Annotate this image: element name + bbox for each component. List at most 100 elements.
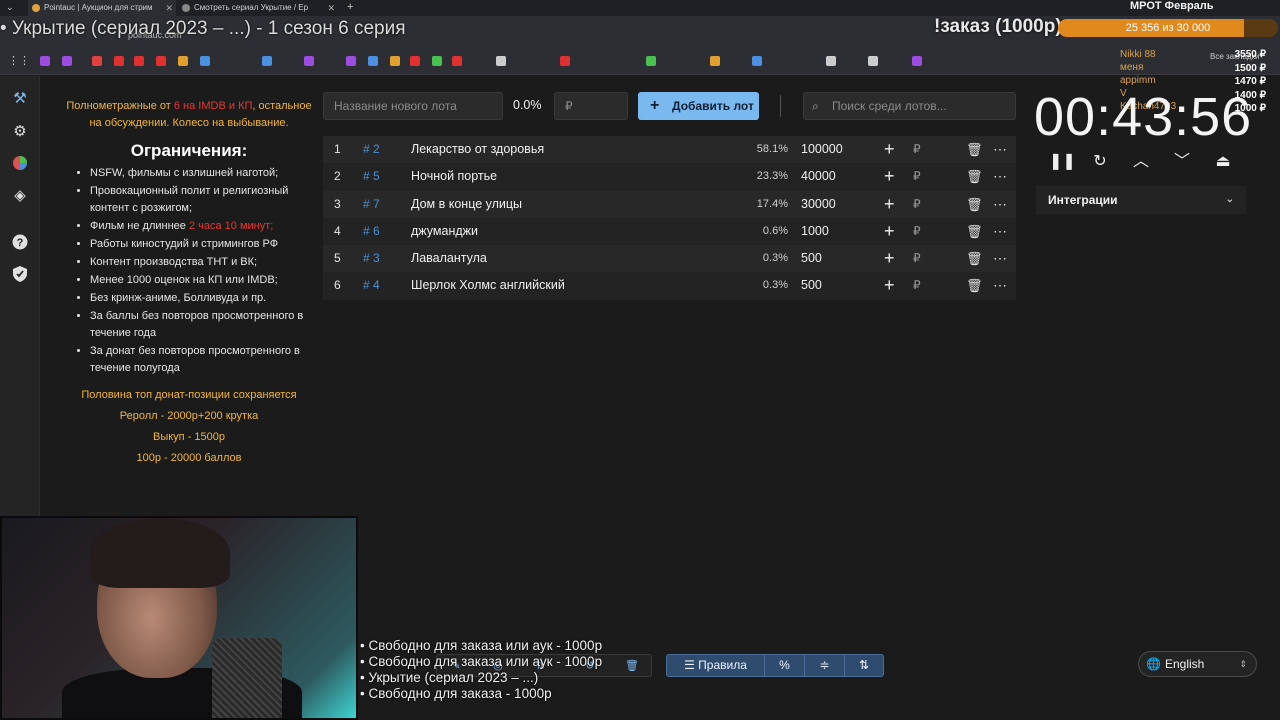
bookmark-icon[interactable] (114, 56, 124, 66)
add-to-lot-icon[interactable]: + (884, 191, 895, 218)
lot-currency: ₽ (913, 278, 921, 293)
chevron-up-icon[interactable]: ︿ (1131, 152, 1151, 172)
percent-toggle-icon[interactable]: % (765, 655, 805, 676)
bookmark-icon[interactable] (710, 56, 720, 66)
bookmark-icon[interactable] (432, 56, 442, 66)
lot-name[interactable]: Лавалантула (411, 245, 487, 272)
bookmark-icon[interactable] (868, 56, 878, 66)
lot-amount[interactable]: 100000 (801, 136, 843, 163)
eject-icon[interactable]: ⏏ (1213, 152, 1233, 172)
queue-item: • Свободно для заказа - 1000р (360, 686, 552, 701)
pie-chart-icon[interactable] (10, 153, 30, 173)
new-lot-amount-input[interactable]: ₽ (554, 92, 628, 120)
restart-icon[interactable]: ↻ (1090, 152, 1110, 172)
bookmark-icon[interactable] (390, 56, 400, 66)
help-icon[interactable]: ? (10, 232, 30, 252)
bookmark-icon[interactable] (262, 56, 272, 66)
lot-percent: 58.1% (756, 143, 788, 155)
bookmark-icon[interactable] (40, 56, 50, 66)
restriction-item: NSFW, фильмы с излишней наготой; (90, 165, 318, 182)
lot-row[interactable]: 3 # 7 Дом в конце улицы 17.4% 30000 ₽ + 🗑 ⋯ (323, 190, 1016, 218)
bookmark-icon[interactable] (496, 56, 506, 66)
bookmark-icon[interactable] (646, 56, 656, 66)
add-to-lot-icon[interactable]: + (884, 272, 895, 299)
lot-amount[interactable]: 30000 (801, 191, 836, 218)
lot-name[interactable]: Шерлок Холмс английский (411, 272, 565, 299)
bookmark-icon[interactable] (912, 56, 922, 66)
gear-icon[interactable]: ⚙ (10, 121, 30, 141)
more-options-icon[interactable]: ⋯ (993, 245, 1008, 272)
plus-icon: + (650, 97, 660, 114)
lot-row[interactable]: 6 # 4 Шерлок Холмс английский 0.3% 500 ₽ + 🗑 ⋯ (323, 272, 1016, 300)
add-to-lot-icon[interactable]: + (884, 218, 895, 245)
more-options-icon[interactable]: ⋯ (993, 163, 1008, 190)
bookmark-icon[interactable] (156, 56, 166, 66)
lot-name[interactable]: Дом в конце улицы (411, 191, 522, 218)
bookmark-icon[interactable] (452, 56, 462, 66)
more-options-icon[interactable]: ⋯ (993, 272, 1008, 299)
add-to-lot-icon[interactable]: + (884, 163, 895, 190)
shield-icon[interactable] (10, 264, 30, 284)
auction-timer: 00:43:56 (1034, 87, 1253, 147)
lot-currency: ₽ (913, 142, 921, 156)
add-to-lot-icon[interactable]: + (884, 136, 895, 163)
lot-amount[interactable]: 40000 (801, 163, 836, 190)
bookmark-icon[interactable] (752, 56, 762, 66)
chevron-down-icon[interactable]: ﹀ (1172, 152, 1192, 172)
delete-lot-icon[interactable]: 🗑 (966, 136, 983, 163)
close-tab-icon[interactable]: ✕ (165, 0, 173, 16)
more-options-icon[interactable]: ⋯ (993, 218, 1008, 245)
bookmark-icon[interactable] (62, 56, 72, 66)
lot-row[interactable]: 4 # 6 джуманджи 0.6% 1000 ₽ + 🗑 ⋯ (323, 217, 1016, 246)
swap-sort-icon[interactable]: ⇅ (845, 655, 883, 676)
bookmark-icon[interactable] (92, 56, 102, 66)
lot-name[interactable]: джуманджи (411, 218, 478, 245)
bookmark-icon[interactable] (134, 56, 144, 66)
lot-currency: ₽ (913, 169, 921, 184)
add-lot-button[interactable]: + Добавить лот (638, 92, 759, 120)
add-to-lot-icon[interactable]: + (884, 245, 895, 272)
more-options-icon[interactable]: ⋯ (993, 136, 1008, 163)
delete-lot-icon[interactable]: 🗑 (966, 272, 983, 299)
lot-amount[interactable]: 500 (801, 272, 822, 299)
pause-icon[interactable]: ❚❚ (1049, 152, 1076, 172)
lot-amount[interactable]: 500 (801, 245, 822, 272)
lot-name[interactable]: Ночной портье (411, 163, 497, 190)
lot-percent: 17.4% (756, 197, 788, 210)
delete-lot-icon[interactable]: 🗑 (966, 191, 983, 218)
tab-pointauc[interactable]: Pointauc | Аукцион для стрим ✕ (28, 0, 176, 16)
new-lot-name-input[interactable]: Название нового лота (323, 92, 503, 120)
hammer-icon[interactable]: ⚒ (10, 88, 30, 108)
compact-toggle-icon[interactable]: ≑ (805, 655, 845, 676)
integrations-accordion[interactable]: Интеграции ⌄ (1036, 186, 1246, 214)
search-lots-input[interactable]: ⌕ Поиск среди лотов... (803, 92, 1016, 120)
more-options-icon[interactable]: ⋯ (993, 191, 1008, 218)
rules-button[interactable]: ☰ Правила (667, 655, 765, 676)
bookmark-icon[interactable] (346, 56, 356, 66)
restriction-item: Контент производства ТНТ и ВК; (90, 254, 318, 271)
rules-intro-text: Полнометражные от (66, 100, 174, 112)
bookmark-icon[interactable] (826, 56, 836, 66)
bookmark-icon[interactable] (200, 56, 210, 66)
delete-lot-icon[interactable]: 🗑 (966, 218, 983, 245)
layers-icon[interactable]: ◈ (10, 185, 30, 205)
close-tab-icon[interactable]: ✕ (327, 0, 335, 16)
language-select[interactable]: 🌐 English ⇕ (1138, 651, 1257, 677)
lot-row[interactable]: 5 # 3 Лавалантула 0.3% 500 ₽ + 🗑 ⋯ (323, 245, 1016, 273)
lot-name[interactable]: Лекарство от здоровья (411, 136, 544, 163)
bookmark-icon[interactable] (560, 56, 570, 66)
bookmark-icon[interactable] (410, 56, 420, 66)
bookmark-icon[interactable] (178, 56, 188, 66)
apps-grid-icon[interactable]: ⋮⋮ (8, 54, 30, 67)
tab-search-icon[interactable]: ⌄ (6, 2, 14, 13)
new-tab-icon[interactable]: + (347, 1, 353, 13)
lot-row[interactable]: 2 # 5 Ночной портье 23.3% 40000 ₽ + 🗑 ⋯ (323, 163, 1016, 191)
lot-amount[interactable]: 1000 (801, 218, 829, 245)
bookmark-icon[interactable] (304, 56, 314, 66)
clear-list-icon[interactable]: 🗑 (625, 659, 639, 673)
delete-lot-icon[interactable]: 🗑 (966, 163, 983, 190)
bookmark-icon[interactable] (368, 56, 378, 66)
tab-series[interactable]: Смотреть сериал Укрытие / Ер ✕ (178, 0, 338, 16)
delete-lot-icon[interactable]: 🗑 (966, 245, 983, 272)
lot-row[interactable]: 1 # 2 Лекарство от здоровья 58.1% 100000 ₽ + 🗑 ⋯ (323, 136, 1016, 164)
